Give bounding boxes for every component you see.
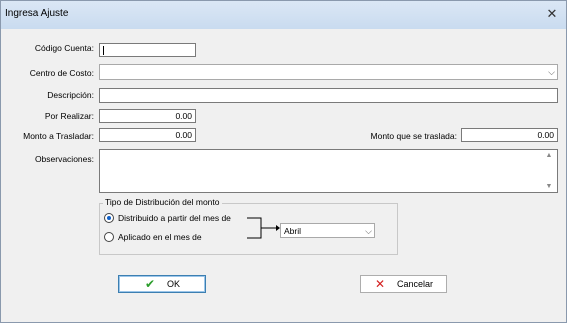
cancel-button[interactable]: ✕ Cancelar	[360, 275, 447, 293]
check-icon: ✔	[145, 277, 156, 291]
observaciones-textarea[interactable]: ▲ ▼	[99, 149, 558, 193]
scroll-down-icon[interactable]: ▼	[542, 183, 556, 190]
distribucion-legend: Tipo de Distribución del monto	[103, 197, 222, 207]
chevron-down-icon[interactable]: ⌵	[548, 65, 555, 79]
mes-select[interactable]: Abril ⌵	[280, 223, 375, 238]
title-bar: Ingresa Ajuste ✕	[1, 1, 566, 29]
por-realizar-label: Por Realizar:	[44, 111, 94, 121]
bracket-connector	[247, 217, 280, 239]
centro-costo-label: Centro de Costo:	[29, 68, 94, 78]
por-realizar-field: 0.00	[99, 109, 196, 123]
monto-traslada-label: Monto que se traslada:	[370, 131, 457, 141]
window-title: Ingresa Ajuste	[5, 8, 69, 19]
radio-aplicado[interactable]	[104, 232, 114, 242]
centro-costo-select[interactable]: ⌵	[99, 64, 558, 80]
monto-traslada-field: 0.00	[461, 128, 558, 142]
monto-trasladar-value: 0.00	[175, 130, 192, 140]
radio-distribuido-label[interactable]: Distribuido a partir del mes de	[118, 213, 231, 223]
monto-traslada-value: 0.00	[537, 130, 554, 140]
por-realizar-value: 0.00	[175, 111, 192, 121]
chevron-down-icon[interactable]: ⌵	[365, 224, 372, 238]
observaciones-label: Observaciones:	[34, 154, 94, 164]
close-icon[interactable]: ✕	[542, 6, 562, 22]
radio-distribuido[interactable]	[104, 213, 114, 223]
text-cursor	[103, 46, 104, 55]
cancel-button-label: Cancelar	[397, 279, 434, 289]
descripcion-label: Descripción:	[47, 90, 94, 100]
ok-button-label: OK	[167, 279, 181, 289]
x-icon: ✕	[375, 277, 386, 291]
monto-trasladar-label: Monto a Trasladar:	[23, 131, 94, 141]
radio-aplicado-label[interactable]: Aplicado en el mes de	[118, 232, 202, 242]
codigo-cuenta-input[interactable]	[99, 43, 196, 57]
descripcion-input[interactable]	[99, 88, 558, 103]
ingresa-ajuste-dialog: Ingresa Ajuste ✕ Código Cuenta: Centro d…	[0, 0, 567, 323]
mes-value: Abril	[284, 226, 302, 236]
monto-trasladar-input[interactable]: 0.00	[99, 128, 196, 142]
scroll-up-icon[interactable]: ▲	[542, 152, 556, 159]
codigo-cuenta-label: Código Cuenta:	[34, 43, 94, 53]
ok-button[interactable]: ✔ OK	[118, 275, 206, 293]
